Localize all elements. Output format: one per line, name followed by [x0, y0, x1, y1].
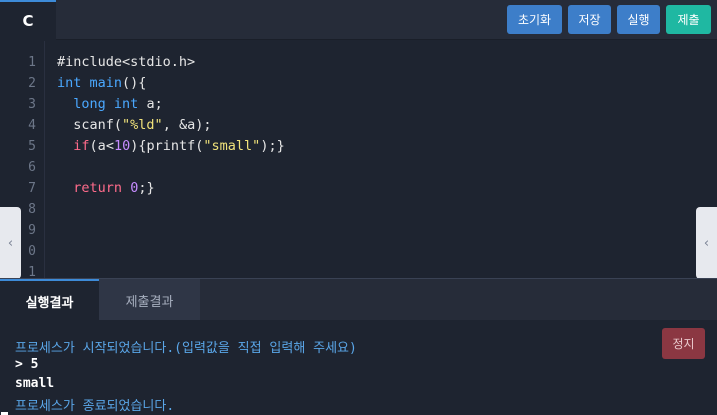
chevron-left-icon: ‹: [7, 235, 14, 251]
tab-submit-result[interactable]: 제출결과: [99, 279, 200, 321]
line-number: 5: [28, 139, 36, 154]
code-line[interactable]: return 0;}: [57, 178, 154, 199]
line-number: 6: [28, 160, 36, 175]
reset-button[interactable]: 초기화: [507, 5, 562, 34]
submit-button[interactable]: 제출: [666, 5, 711, 34]
line-number: 7: [28, 181, 36, 196]
console-line: > 5: [15, 357, 39, 372]
console-output[interactable]: 프로세스가 시작되었습니다.(입력값을 직접 입력해 주세요) > 5 smal…: [0, 320, 717, 415]
console-line: 프로세스가 시작되었습니다.(입력값을 직접 입력해 주세요): [15, 341, 357, 356]
console-line: 프로세스가 종료되었습니다.: [15, 399, 175, 414]
code-line[interactable]: if(a<10){printf("small");}: [57, 136, 284, 157]
line-number: 4: [28, 118, 36, 133]
line-number: 1: [28, 55, 36, 70]
line-number: 3: [28, 97, 36, 112]
toolbar-buttons: 초기화 저장 실행 제출: [507, 5, 711, 34]
tab-run-result[interactable]: 실행결과: [0, 279, 99, 321]
editor-toolbar: C 초기화 저장 실행 제출: [0, 0, 717, 40]
code-line[interactable]: long int a;: [57, 94, 162, 115]
result-tabs: 실행결과 제출결과: [0, 278, 717, 321]
code-editor[interactable]: 1 2 3 4 5 6 7 8 9 0 1 #include<stdio.h> …: [0, 41, 717, 278]
chevron-left-icon: ‹: [703, 235, 710, 251]
stop-button[interactable]: 정지: [662, 328, 705, 359]
language-tab[interactable]: C: [0, 0, 56, 40]
left-panel-handle[interactable]: ‹: [0, 207, 21, 279]
console-line: small: [15, 376, 55, 391]
code-line[interactable]: #include<stdio.h>: [57, 52, 195, 73]
right-panel-handle[interactable]: ‹: [696, 207, 717, 279]
line-number: 2: [28, 76, 36, 91]
code-line[interactable]: int main(){: [57, 73, 146, 94]
save-button[interactable]: 저장: [568, 5, 611, 34]
run-button[interactable]: 실행: [617, 5, 660, 34]
code-line[interactable]: scanf("%ld", &a);: [57, 115, 211, 136]
